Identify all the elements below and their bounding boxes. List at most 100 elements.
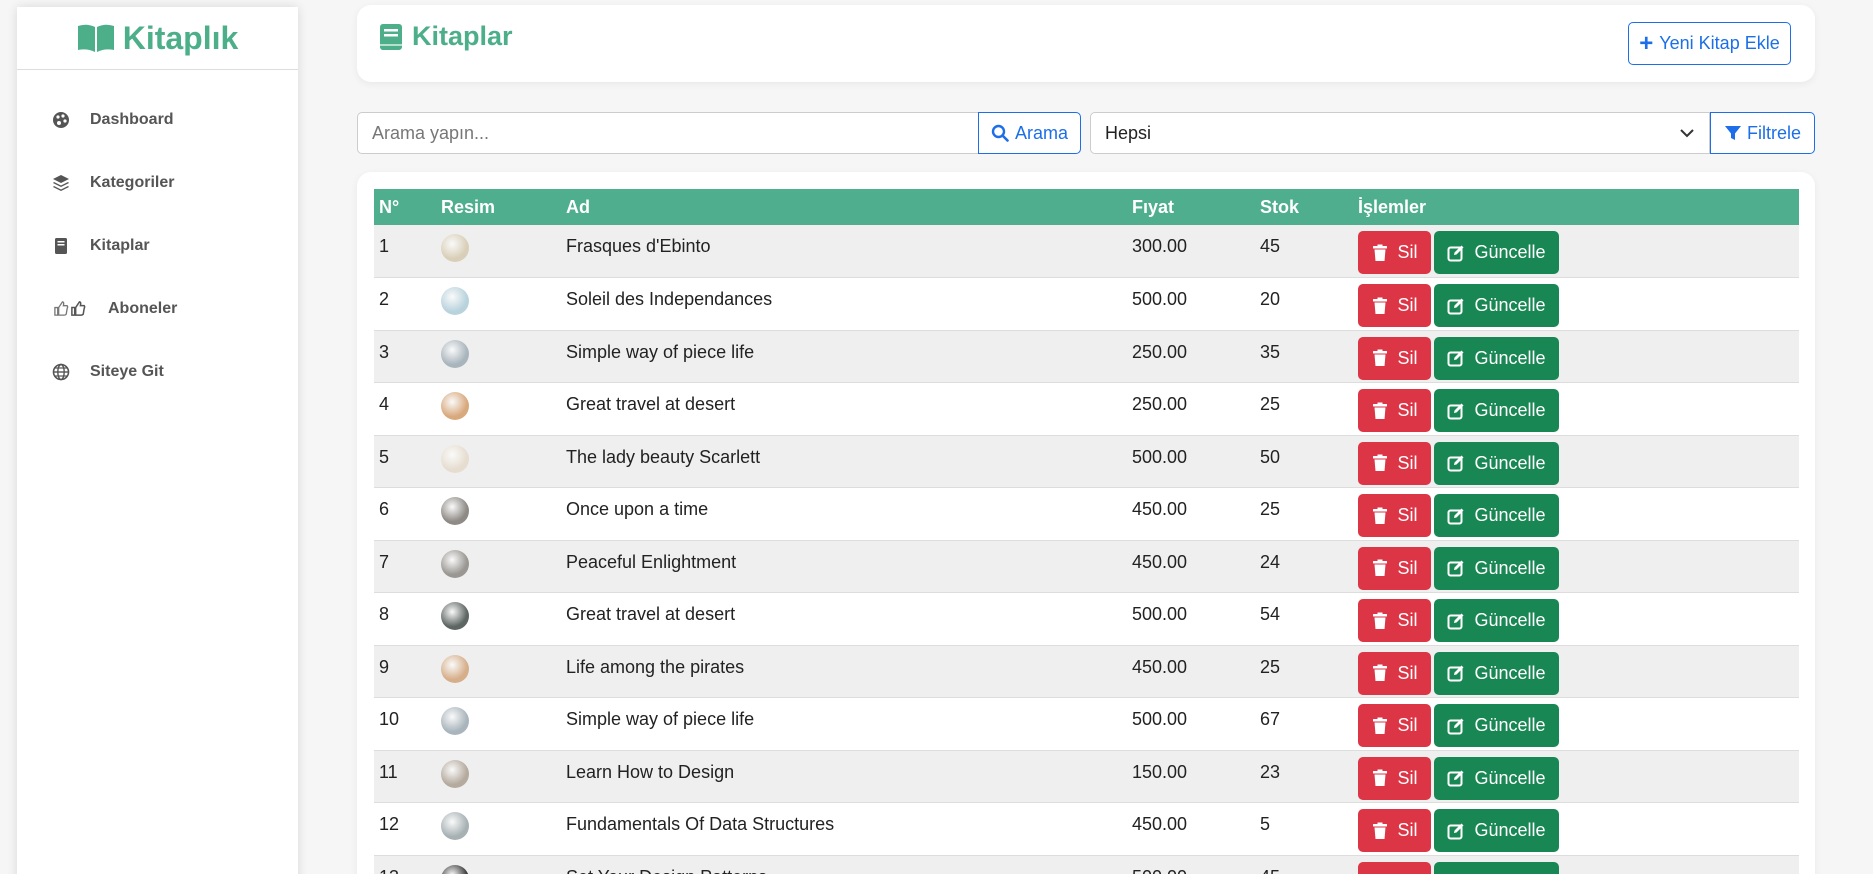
book-thumbnail: [441, 287, 469, 315]
table-row: 8 Great travel at desert 500.00 54 Sil Güncel…: [374, 592, 1799, 645]
edit-icon: [1447, 560, 1464, 577]
cell-price: 500.00: [1132, 604, 1188, 624]
update-button[interactable]: Güncelle: [1434, 284, 1559, 327]
cell-stock: 54: [1260, 604, 1281, 624]
search-icon: [991, 124, 1009, 142]
cell-stock: 25: [1260, 499, 1281, 519]
edit-icon: [1447, 613, 1464, 629]
cell-stock: 50: [1260, 446, 1281, 467]
delete-button[interactable]: Sil: [1358, 389, 1431, 432]
delete-button[interactable]: Sil: [1358, 494, 1431, 537]
book-thumbnail: [441, 602, 469, 630]
table-row: 11 Learn How to Design 150.00 23 Sil Güncelle: [374, 750, 1799, 803]
update-button-label: Güncelle: [1474, 767, 1546, 788]
cell-actions: SilGüncelle: [1353, 488, 1799, 541]
page-title-text: Kitaplar: [412, 21, 513, 51]
book-icon: [380, 23, 402, 50]
update-button[interactable]: Güncelle: [1434, 809, 1559, 852]
brand-logo[interactable]: Kitaplık: [17, 7, 298, 70]
cell-price: 250.00: [1132, 394, 1188, 414]
delete-button[interactable]: Sil: [1358, 756, 1431, 800]
cell-stock: 35: [1260, 341, 1281, 362]
update-button[interactable]: Güncelle: [1434, 389, 1559, 432]
delete-button-label: Sil: [1397, 820, 1418, 840]
cell-no: 4: [379, 394, 390, 414]
update-button[interactable]: Güncelle: [1434, 756, 1559, 800]
cell-price: 450.00: [1132, 499, 1188, 519]
update-button[interactable]: Güncelle: [1434, 861, 1559, 874]
cell-actions: SilGüncelle: [1353, 645, 1799, 698]
delete-button[interactable]: Sil: [1358, 599, 1431, 642]
sidebar-item-label: Kitaplar: [90, 236, 150, 254]
cell-image: [436, 803, 561, 856]
search-button[interactable]: Arama: [978, 112, 1081, 154]
update-button[interactable]: Güncelle: [1434, 441, 1559, 485]
edit-icon: [1447, 455, 1464, 472]
delete-button[interactable]: Sil: [1358, 546, 1431, 590]
cell-actions: SilGüncelle: [1353, 540, 1799, 593]
table-row: 13Set Your Design Patterns500.0045SilGün…: [374, 855, 1799, 874]
chevron-down-icon: [1680, 129, 1694, 138]
cell-image: [436, 278, 561, 331]
cell-price: 150.00: [1132, 761, 1188, 782]
cell-no: 12: [379, 814, 400, 834]
sidebar-item-siteye-git[interactable]: Siteye Git: [17, 340, 298, 403]
update-button[interactable]: Güncelle: [1434, 494, 1559, 537]
cell-actions: SilGüncelle: [1353, 330, 1799, 383]
update-button[interactable]: Güncelle: [1434, 546, 1559, 590]
sidebar-item-kitaplar[interactable]: Kitaplar: [17, 214, 298, 277]
trash-icon: [1373, 402, 1388, 419]
sidebar-item-label: Aboneler: [108, 299, 178, 317]
filter-button[interactable]: Filtrele: [1710, 112, 1815, 154]
update-button[interactable]: Güncelle: [1434, 651, 1559, 695]
cell-actions: Sil Güncelle: [1353, 750, 1799, 803]
edit-icon: [1447, 298, 1464, 314]
cell-image: [436, 383, 561, 436]
update-button-label: Güncelle: [1474, 610, 1546, 630]
trash-icon: [1373, 297, 1388, 314]
cell-no: 3: [379, 341, 390, 362]
delete-button[interactable]: Sil: [1358, 441, 1431, 485]
sidebar-item-label: Kategoriler: [90, 173, 175, 191]
delete-button[interactable]: Sil: [1358, 231, 1431, 274]
add-book-button[interactable]: + Yeni Kitap Ekle: [1628, 22, 1791, 65]
delete-button[interactable]: Sil: [1358, 861, 1431, 874]
delete-button[interactable]: Sil: [1358, 809, 1431, 852]
update-button[interactable]: Güncelle: [1434, 336, 1559, 380]
cell-price: 500.00: [1127, 855, 1255, 874]
delete-button[interactable]: Sil: [1358, 651, 1431, 695]
update-button[interactable]: Güncelle: [1434, 599, 1559, 642]
delete-button-label: Sil: [1397, 295, 1418, 315]
column-header-price: Fıyat: [1132, 196, 1175, 217]
category-select[interactable]: Hepsi: [1090, 112, 1710, 154]
edit-icon: [1447, 665, 1464, 682]
sidebar-item-label: Dashboard: [90, 110, 174, 128]
cell-name: Frasques d'Ebinto: [566, 236, 711, 256]
update-button[interactable]: Güncelle: [1434, 704, 1559, 747]
thumbs-icon: [51, 299, 89, 319]
delete-button[interactable]: Sil: [1358, 704, 1431, 747]
search-input[interactable]: [357, 112, 980, 154]
cell-actions: SilGüncelle: [1353, 225, 1799, 278]
cell-name: Set Your Design Patterns: [561, 855, 1127, 874]
sidebar-item-aboneler[interactable]: Aboneler: [17, 277, 298, 340]
cell-stock: 45: [1260, 236, 1281, 256]
cell-actions: SilGüncelle: [1353, 855, 1799, 874]
delete-button-label: Sil: [1397, 767, 1418, 788]
cell-name: Fundamentals Of Data Structures: [566, 814, 835, 834]
sidebar-item-kategoriler[interactable]: Kategoriler: [17, 151, 298, 214]
trash-icon: [1373, 769, 1388, 786]
cell-name: Once upon a time: [566, 499, 709, 519]
sidebar-item-dashboard[interactable]: Dashboard: [17, 88, 298, 151]
edit-icon: [1447, 823, 1464, 839]
cell-stock: 5: [1260, 814, 1271, 834]
delete-button[interactable]: Sil: [1358, 336, 1431, 380]
update-button[interactable]: Güncelle: [1434, 231, 1559, 274]
cell-no: 1: [379, 236, 390, 256]
update-button-label: Güncelle: [1474, 400, 1546, 420]
books-table: N° Resim Ad Fıyat Stok İşlemler 1 Frasque…: [374, 189, 1799, 874]
delete-button[interactable]: Sil: [1358, 284, 1431, 327]
cell-price: 500.00: [1132, 446, 1188, 467]
cell-stock: 24: [1260, 551, 1281, 572]
book-thumbnail: [441, 812, 469, 840]
